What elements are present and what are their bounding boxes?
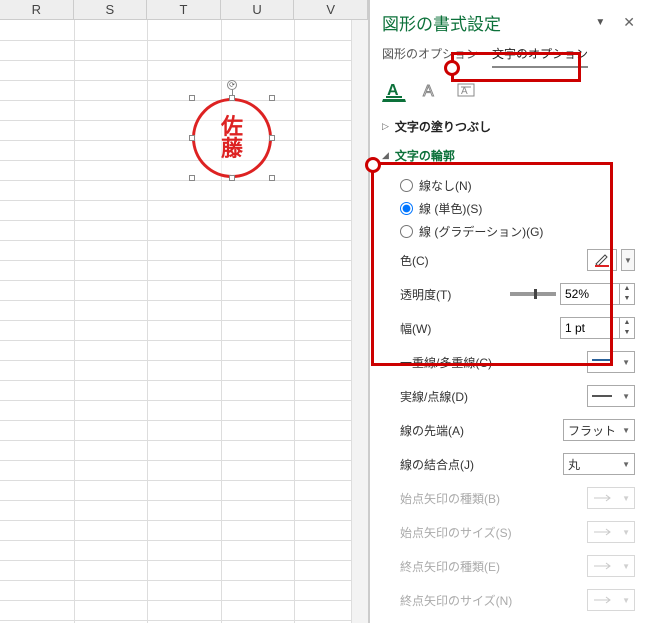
begin-arrow-type-dropdown: ▼ (587, 487, 635, 509)
chevron-right-icon: ▷ (382, 121, 389, 132)
label-begin-arrow-type: 始点矢印の種類(B) (400, 490, 500, 507)
radio-no-line[interactable]: 線なし(N) (400, 174, 635, 197)
stamp-shape[interactable]: ⟳ 佐藤 (192, 98, 272, 178)
label-transparency: 透明度(T) (400, 286, 451, 303)
vertical-scrollbar[interactable] (351, 20, 368, 623)
label-dash: 実線/点線(D) (400, 388, 468, 405)
color-picker[interactable] (587, 249, 617, 271)
radio-solid-line[interactable]: 線 (単色)(S) (400, 197, 635, 220)
col-header[interactable]: R (0, 0, 74, 19)
color-dropdown-icon[interactable]: ▼ (621, 249, 635, 271)
col-header[interactable]: V (294, 0, 368, 19)
text-effects-icon[interactable]: A (418, 78, 442, 102)
cells-area[interactable]: document.write(Array.from({length:30},(_… (0, 20, 368, 623)
format-shape-pane: 図形の書式設定 ▼ ✕ 図形のオプション 文字のオプション A A A ▷ 文字… (369, 0, 647, 623)
column-headers: R S T U V (0, 0, 368, 20)
label-join: 線の結合点(J) (400, 456, 474, 473)
spreadsheet-grid[interactable]: R S T U V document.write(Array.from({len… (0, 0, 369, 623)
label-width: 幅(W) (400, 320, 431, 337)
transparency-input[interactable]: ▲▼ (560, 283, 635, 305)
transparency-slider[interactable] (510, 292, 556, 296)
pane-title: 図形の書式設定 (382, 10, 589, 35)
join-type-select[interactable]: 丸▼ (563, 453, 635, 475)
label-cap: 線の先端(A) (400, 422, 464, 439)
width-input[interactable]: ▲▼ (560, 317, 635, 339)
col-header[interactable]: T (147, 0, 221, 19)
label-color: 色(C) (400, 252, 429, 269)
text-fill-outline-icon[interactable]: A (382, 78, 406, 102)
rotate-handle-icon[interactable]: ⟳ (227, 80, 237, 90)
end-arrow-size-dropdown: ▼ (587, 589, 635, 611)
cap-type-select[interactable]: フラット▼ (563, 419, 635, 441)
label-compound: 一重線/多重線(C) (400, 354, 492, 371)
section-text-fill[interactable]: ▷ 文字の塗りつぶし (370, 112, 647, 141)
section-text-outline[interactable]: ◢ 文字の輪郭 (370, 141, 647, 170)
stamp-text: 藤 (221, 138, 243, 160)
begin-arrow-size-dropdown: ▼ (587, 521, 635, 543)
textbox-icon[interactable]: A (454, 78, 478, 102)
dash-type-dropdown[interactable]: ▼ (587, 385, 635, 407)
tab-text-options[interactable]: 文字のオプション (492, 45, 588, 68)
pane-dropdown-icon[interactable]: ▼ (595, 17, 605, 28)
stamp-text: 佐 (221, 116, 243, 138)
tab-shape-options[interactable]: 図形のオプション (382, 45, 478, 68)
label-begin-arrow-size: 始点矢印のサイズ(S) (400, 524, 512, 541)
end-arrow-type-dropdown: ▼ (587, 555, 635, 577)
chevron-down-icon: ◢ (382, 150, 389, 161)
svg-text:A: A (461, 86, 468, 97)
close-icon[interactable]: ✕ (623, 14, 635, 31)
col-header[interactable]: U (221, 0, 295, 19)
col-header[interactable]: S (74, 0, 148, 19)
svg-text:A: A (423, 83, 434, 100)
label-end-arrow-type: 終点矢印の種類(E) (400, 558, 500, 575)
label-end-arrow-size: 終点矢印のサイズ(N) (400, 592, 512, 609)
radio-gradient-line[interactable]: 線 (グラデーション)(G) (400, 220, 635, 243)
compound-line-dropdown[interactable]: ▼ (587, 351, 635, 373)
